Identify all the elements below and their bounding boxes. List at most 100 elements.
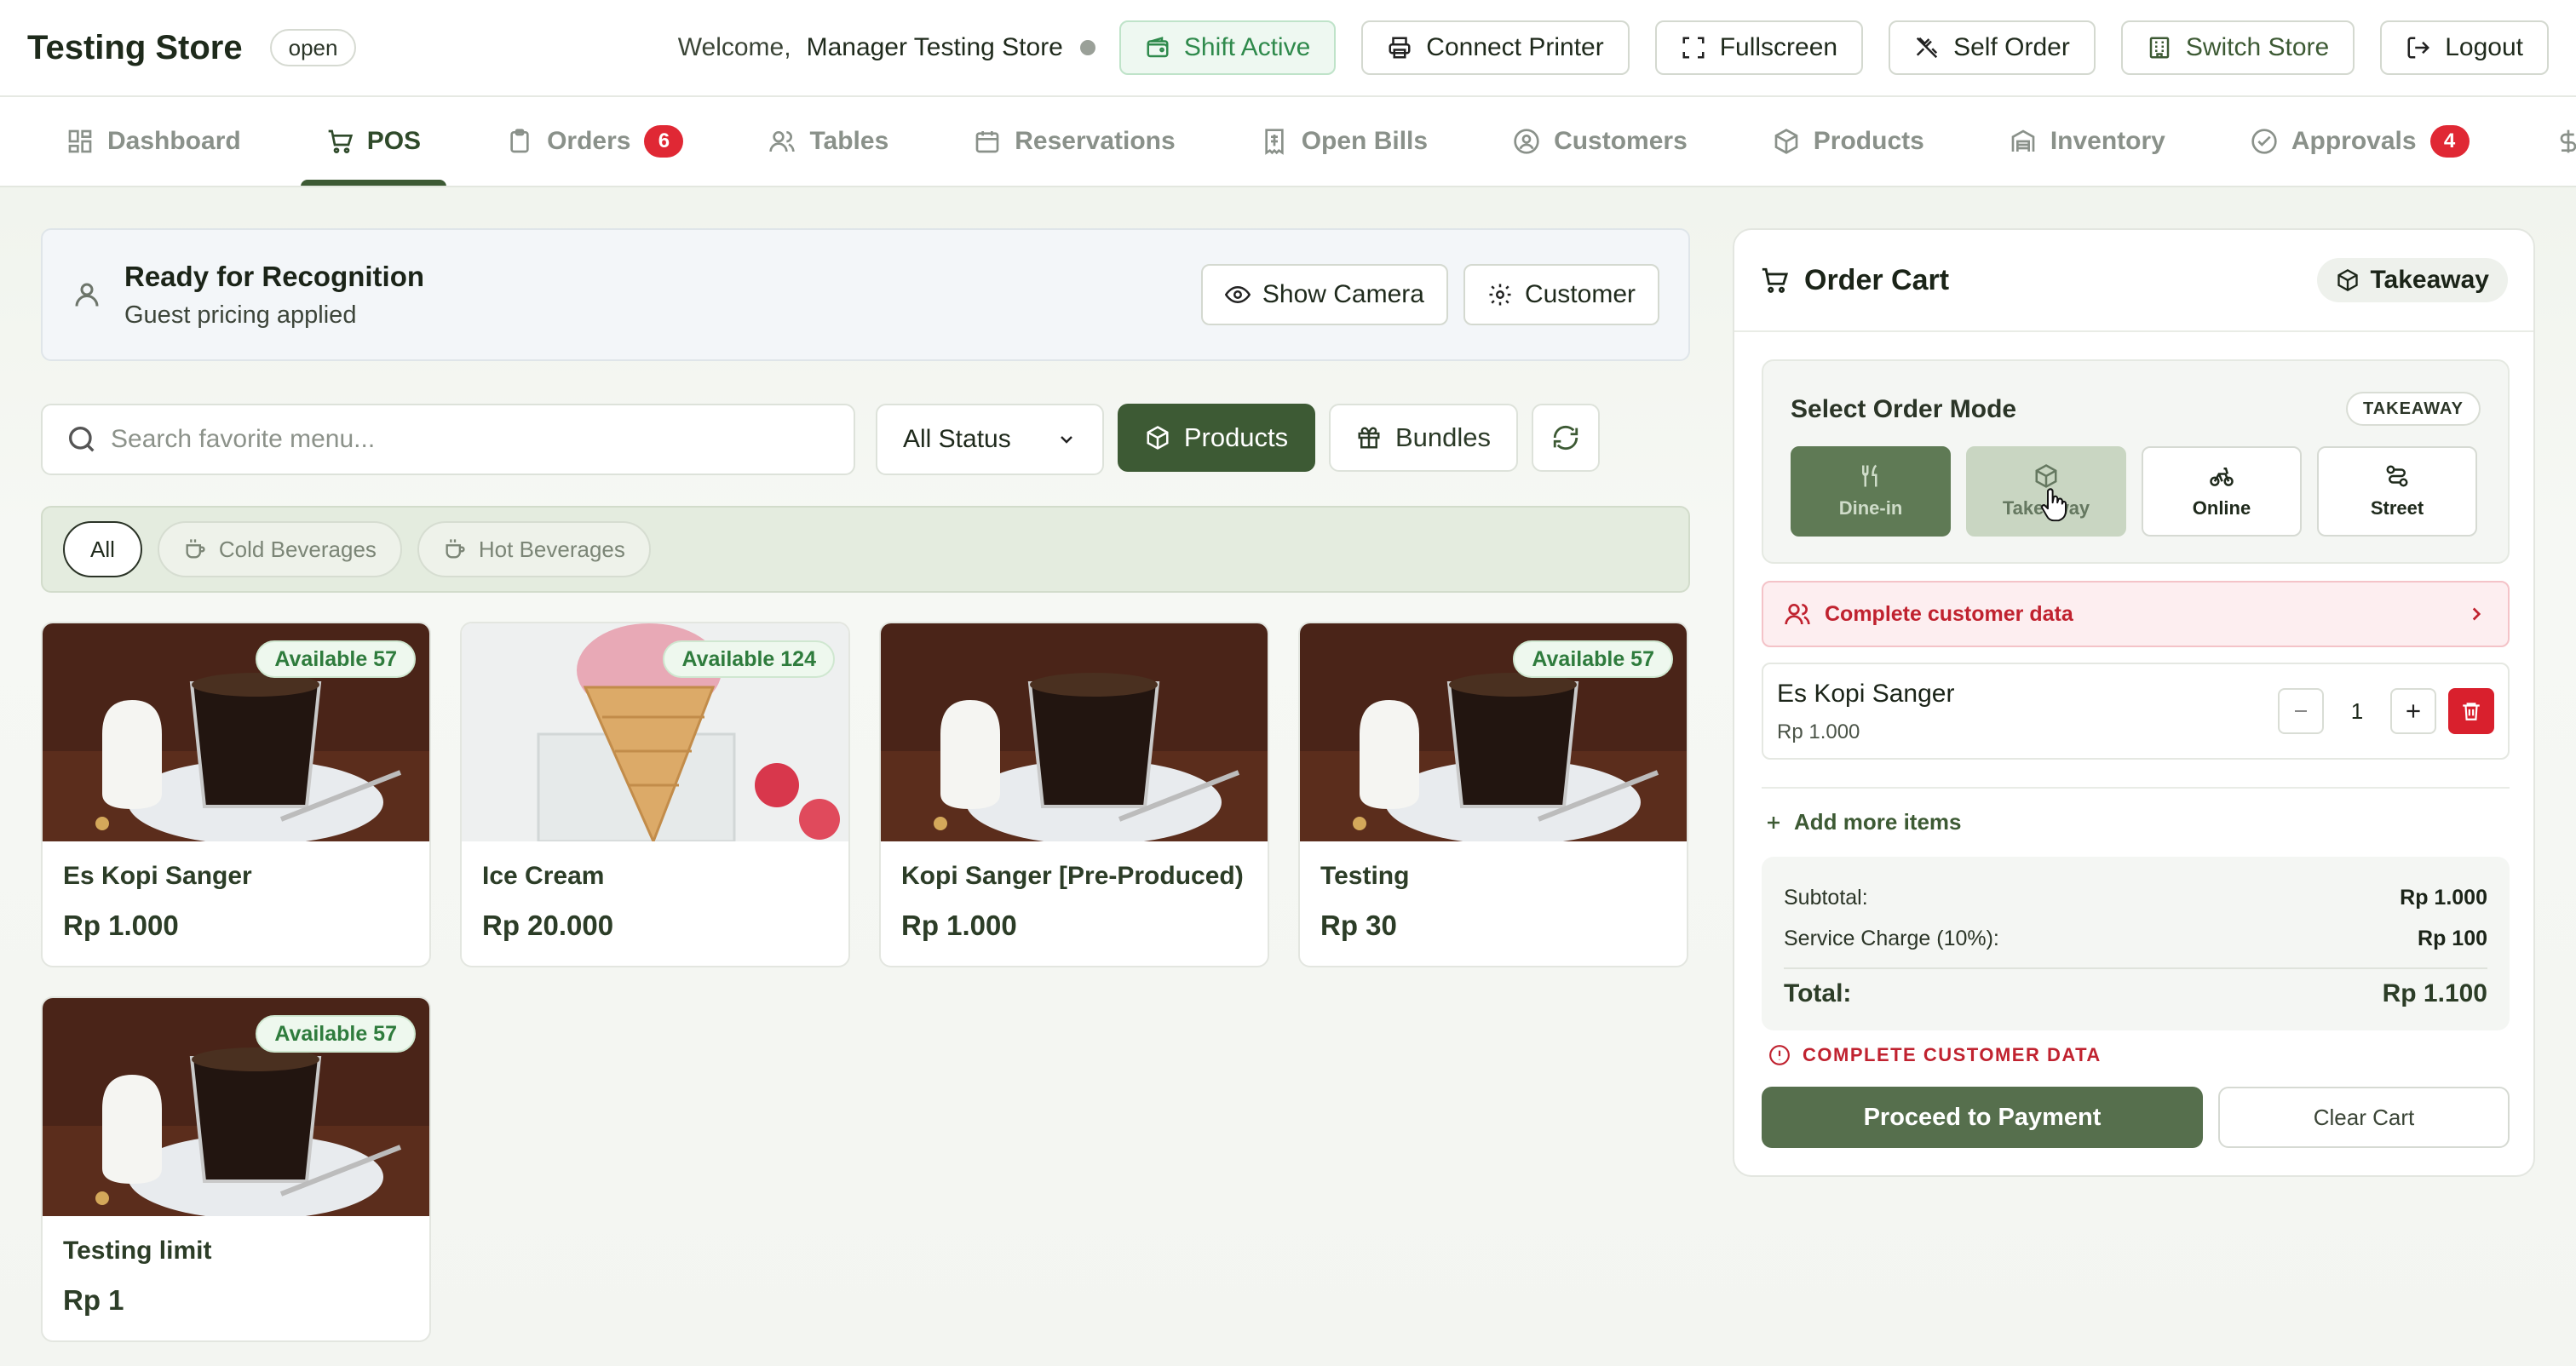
utensils-icon [1862,464,1877,487]
box-icon [2337,268,2359,292]
order-mode-tag: TAKEAWAY [2345,392,2481,426]
self-order-label: Self Order [1953,33,2070,61]
category-chip-hot-beverages[interactable]: Hot Beverages [417,521,651,577]
calendar-icon [975,131,999,153]
chip-label: Hot Beverages [478,536,625,562]
add-more-label: Add more items [1794,809,1962,835]
cart-line-item: Es Kopi Sanger Rp 1.000 1 [1762,663,2510,760]
increase-quantity-button[interactable] [2390,688,2436,734]
tab-dashboard[interactable]: Dashboard [66,97,241,186]
product-card[interactable]: Available 124 Ice Cream Rp 20.000 [460,622,850,967]
status-filter-value: All Status [903,425,1011,453]
self-order-button[interactable]: Self Order [1889,20,2096,75]
total-row: Total: Rp 1.100 [1784,979,2487,1008]
service-charge-value: Rp 100 [2418,926,2487,950]
cup-icon [446,539,465,559]
category-chip-cold-beverages[interactable]: Cold Beverages [157,521,402,577]
shift-active-button[interactable]: Shift Active [1118,20,1337,75]
product-card[interactable]: Available 57 Testing Rp 30 [1298,622,1688,967]
tab-reservations[interactable]: Reservations [974,97,1176,186]
shift-active-label: Shift Active [1183,33,1311,61]
search-input[interactable] [111,425,831,454]
show-camera-button[interactable]: Show Camera [1200,264,1448,325]
user-circle-icon [1514,129,1539,154]
products-toggle-button[interactable]: Products [1118,404,1315,472]
coffee-glass-image [881,623,1268,841]
search-icon [69,427,95,452]
tab-label: Inventory [2050,127,2165,155]
top-header: Testing Store open Welcome, Manager Test… [0,0,2576,97]
remove-item-button[interactable] [2448,688,2494,734]
fullscreen-button[interactable]: Fullscreen [1654,20,1864,75]
tab-label: Tables [809,127,889,155]
product-card[interactable]: Available 57 Es Kopi Sanger Rp 1.000 [41,622,431,967]
customer-warning-label: Complete customer data [1825,601,2073,626]
clear-cart-button[interactable]: Clear Cart [2218,1087,2510,1148]
connect-printer-button[interactable]: Connect Printer [1361,20,1630,75]
status-filter-select[interactable]: All Status [876,404,1104,475]
product-card[interactable]: Available 57 Testing limit Rp 1 [41,996,431,1342]
users-icon [1785,604,1810,625]
tab-orders[interactable]: Orders 6 [506,97,684,186]
tab-pos[interactable]: POS [300,97,447,186]
building-icon [2149,37,2170,59]
decrease-quantity-button[interactable] [2278,688,2324,734]
complete-customer-data-banner[interactable]: Complete customer data [1762,581,2510,647]
mode-street-button[interactable]: Street [2317,446,2477,537]
add-more-items-link[interactable]: Add more items [1763,809,1962,835]
tab-open-bills[interactable]: Open Bills [1261,97,1429,186]
tab-label: POS [366,127,422,155]
cart-summary: Subtotal: Rp 1.000 Service Charge (10%):… [1762,857,2510,1030]
availability-badge: Available 57 [256,640,416,678]
proceed-to-payment-button[interactable]: Proceed to Payment [1762,1087,2203,1148]
tab-inventory[interactable]: Inventory [2010,97,2165,186]
tab-label: Approvals [2291,127,2417,155]
product-card[interactable]: Kopi Sanger [Pre-Produced) Rp 1.000 [879,622,1269,967]
product-name: Testing limit [63,1237,212,1265]
refresh-button[interactable] [1532,404,1600,472]
mode-online-button[interactable]: Online [2142,446,2302,537]
plus-icon [2406,704,2420,718]
mode-dine-in-button[interactable]: Dine-in [1791,446,1951,537]
bundles-toggle-button[interactable]: Bundles [1329,404,1518,472]
tab-label: Open Bills [1301,127,1429,155]
recognition-text: Ready for Recognition Guest pricing appl… [124,261,424,330]
total-value: Rp 1.100 [2382,979,2487,1007]
tab-cashier[interactable]: C [2555,97,2576,186]
subtotal-value: Rp 1.000 [2400,885,2487,910]
main-nav: Dashboard POS Orders 6 Tables Reservatio… [0,97,2576,187]
minus-icon [2295,710,2307,712]
tab-approvals[interactable]: Approvals 4 [2251,97,2470,186]
cart-title: Order Cart [1804,263,1950,296]
subtotal-label: Subtotal: [1784,885,1868,910]
dollar-icon [2560,129,2576,153]
availability-badge: Available 57 [1513,640,1673,678]
category-chip-all[interactable]: All [63,521,142,577]
tab-customers[interactable]: Customers [1513,97,1688,186]
online-status-dot [1079,40,1095,55]
product-name: Es Kopi Sanger [63,862,252,890]
product-price: Rp 30 [1320,910,1397,941]
chip-label: Cold Beverages [218,536,377,562]
grid-icon [68,129,92,153]
customer-settings-button[interactable]: Customer [1463,264,1659,325]
user-icon [75,283,99,307]
tab-products[interactable]: Products [1773,97,1924,186]
user-name: Manager Testing Store [806,33,1063,61]
mode-label: Street [2370,497,2424,519]
switch-store-button[interactable]: Switch Store [2120,20,2355,75]
logout-button[interactable]: Logout [2380,20,2549,75]
store-name: Testing Store [27,28,243,66]
product-name: Ice Cream [482,862,605,890]
tab-tables[interactable]: Tables [768,97,889,186]
recognition-subtitle: Guest pricing applied [124,301,357,329]
welcome-text: Welcome, [677,33,791,61]
product-name: Testing [1320,862,1410,890]
refresh-icon [1553,425,1578,451]
availability-badge: Available 57 [256,1015,416,1053]
product-price: Rp 20.000 [482,910,614,941]
bundles-toggle-label: Bundles [1394,422,1491,452]
customer-label: Customer [1524,280,1636,308]
cup-icon [186,539,205,559]
payment-warning-label: COMPLETE CUSTOMER DATA [1803,1044,2102,1065]
